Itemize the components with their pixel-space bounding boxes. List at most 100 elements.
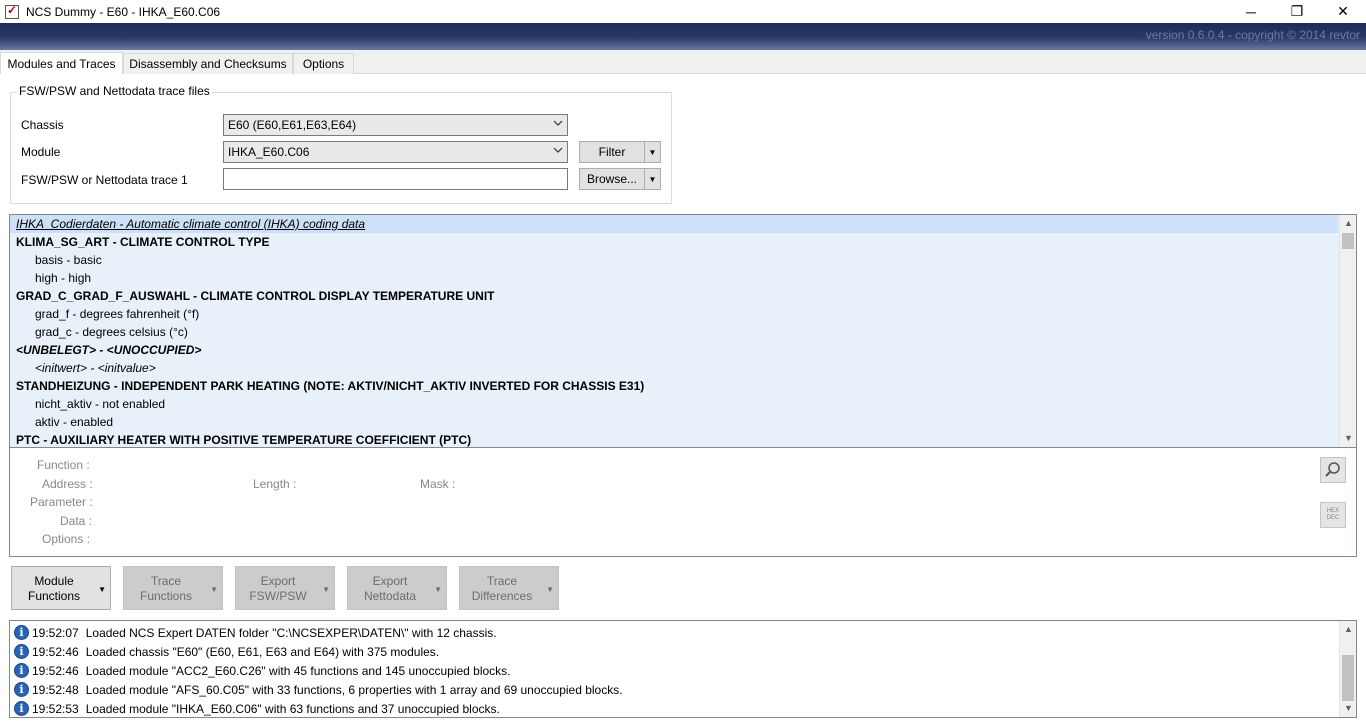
info-icon: i bbox=[14, 625, 29, 640]
module-label: Module bbox=[21, 145, 61, 159]
dropdown-arrow-icon[interactable]: ▼ bbox=[644, 169, 660, 189]
trace-differences-label: Trace Differences bbox=[471, 574, 533, 603]
tab-modules-and-traces[interactable]: Modules and Traces bbox=[0, 52, 123, 75]
window-controls: ─ ❐ ✕ bbox=[1228, 0, 1366, 23]
trace-functions-button[interactable]: Trace Functions ▼ bbox=[123, 566, 223, 610]
trace-functions-label: Trace Functions bbox=[139, 574, 193, 603]
module-functions-label: Module Functions bbox=[27, 574, 81, 603]
parameter-label: Parameter : bbox=[30, 495, 93, 509]
export-fsw-psw-label: Export FSW/PSW bbox=[249, 574, 307, 603]
export-nettodata-button[interactable]: Export Nettodata ▼ bbox=[347, 566, 447, 610]
trace-differences-button[interactable]: Trace Differences ▼ bbox=[459, 566, 559, 610]
scroll-up-icon[interactable]: ▲ bbox=[1340, 215, 1356, 232]
module-value: IHKA_E60.C06 bbox=[228, 145, 310, 159]
window-title: NCS Dummy - E60 - IHKA_E60.C06 bbox=[26, 4, 221, 19]
module-functions-button[interactable]: Module Functions ▼ bbox=[11, 566, 111, 610]
group-title: FSW/PSW and Nettodata trace files bbox=[17, 84, 212, 98]
tree-child-node[interactable]: basis - basic bbox=[10, 251, 102, 269]
log-message: Loaded module "IHKA_E60.C06" with 63 fun… bbox=[85, 701, 500, 716]
mask-label: Mask : bbox=[420, 477, 456, 491]
tree-function-node[interactable]: GRAD_C_GRAD_F_AUSWAHL - CLIMATE CONTROL … bbox=[10, 287, 494, 305]
search-icon[interactable] bbox=[1320, 457, 1346, 483]
trace-label: FSW/PSW or Nettodata trace 1 bbox=[21, 173, 188, 187]
log-time: 19:52:46 bbox=[32, 644, 79, 659]
trace-files-group: FSW/PSW and Nettodata trace files Chassi… bbox=[10, 84, 672, 204]
dropdown-arrow-icon: ▼ bbox=[210, 585, 218, 594]
log-time: 19:52:46 bbox=[32, 663, 79, 678]
tree-child-node[interactable]: <initwert> - <initvalue> bbox=[10, 359, 156, 377]
tree-child-node[interactable]: high - high bbox=[10, 269, 91, 287]
log-row[interactable]: i 19:52:07 Loaded NCS Expert DATEN folder … bbox=[14, 623, 497, 642]
export-fsw-psw-button[interactable]: Export FSW/PSW ▼ bbox=[235, 566, 335, 610]
log-message: Loaded module "ACC2_E60.C26" with 45 fun… bbox=[85, 663, 511, 678]
header-banner: version 0.6.0.4 - copyright © 2014 revto… bbox=[0, 23, 1366, 50]
browse-label: Browse... bbox=[586, 172, 637, 186]
tree-scrollbar[interactable]: ▲ ▼ bbox=[1339, 215, 1356, 447]
log-row[interactable]: i 19:52:46 Loaded chassis "E60" (E60, E61,… bbox=[14, 642, 439, 661]
log-scrollbar[interactable]: ▲ ▼ bbox=[1339, 621, 1356, 717]
title-bar: NCS Dummy - E60 - IHKA_E60.C06 ─ ❐ ✕ bbox=[0, 0, 1366, 23]
log-row[interactable]: i 19:52:48 Loaded module "AFS_60.C05" with… bbox=[14, 680, 623, 699]
version-text: version 0.6.0.4 - copyright © 2014 revto… bbox=[1145, 28, 1360, 42]
tree-function-node[interactable]: STANDHEIZUNG - INDEPENDENT PARK HEATING … bbox=[10, 377, 644, 395]
chevron-down-icon bbox=[553, 119, 563, 128]
tree-header-node[interactable]: IHKA_Codierdaten - Automatic climate con… bbox=[10, 215, 1338, 233]
maximize-button[interactable]: ❐ bbox=[1274, 0, 1320, 23]
tree-child-node[interactable]: grad_c - degrees celsius (°c) bbox=[10, 323, 188, 341]
log-row[interactable]: i 19:52:46 Loaded module "ACC2_E60.C26" wi… bbox=[14, 661, 511, 680]
browse-button[interactable]: Browse... ▼ bbox=[579, 168, 661, 190]
app-icon bbox=[5, 3, 19, 19]
tab-options[interactable]: Options bbox=[293, 53, 354, 74]
dropdown-arrow-icon: ▼ bbox=[546, 585, 554, 594]
tree-child-node[interactable]: grad_f - degrees fahrenheit (°f) bbox=[10, 305, 199, 323]
info-icon: i bbox=[14, 644, 29, 659]
close-button[interactable]: ✕ bbox=[1320, 0, 1366, 23]
tree-function-node[interactable]: KLIMA_SG_ART - CLIMATE CONTROL TYPE bbox=[10, 233, 270, 251]
tree-child-node[interactable]: aktiv - enabled bbox=[10, 413, 113, 431]
main-panel: FSW/PSW and Nettodata trace files Chassi… bbox=[0, 74, 1366, 728]
dec-text: DEC bbox=[1326, 515, 1340, 521]
export-nettodata-label: Export Nettodata bbox=[363, 574, 417, 603]
info-icon: i bbox=[14, 682, 29, 697]
tab-disassembly-and-checksums[interactable]: Disassembly and Checksums bbox=[123, 53, 293, 74]
length-label: Length : bbox=[253, 477, 297, 491]
scroll-thumb[interactable] bbox=[1342, 233, 1354, 249]
log-message: Loaded NCS Expert DATEN folder "C:\NCSEX… bbox=[85, 625, 497, 640]
module-select[interactable]: IHKA_E60.C06 bbox=[223, 141, 568, 163]
log-time: 19:52:48 bbox=[32, 682, 79, 697]
info-icon: i bbox=[14, 663, 29, 678]
filter-button[interactable]: Filter ▼ bbox=[579, 141, 661, 163]
data-label: Data : bbox=[60, 514, 93, 528]
info-icon: i bbox=[14, 701, 29, 716]
dropdown-arrow-icon[interactable]: ▼ bbox=[644, 142, 660, 162]
dropdown-arrow-icon: ▼ bbox=[322, 585, 330, 594]
log-time: 19:52:53 bbox=[32, 701, 79, 716]
scroll-down-icon[interactable]: ▼ bbox=[1340, 430, 1356, 447]
hex-dec-toggle-icon[interactable]: HEX DEC bbox=[1320, 502, 1346, 528]
chassis-value: E60 (E60,E61,E63,E64) bbox=[228, 118, 357, 132]
scroll-down-icon[interactable]: ▼ bbox=[1340, 700, 1356, 717]
chassis-select[interactable]: E60 (E60,E61,E63,E64) bbox=[223, 114, 568, 136]
tree-function-node[interactable]: PTC - AUXILIARY HEATER WITH POSITIVE TEM… bbox=[10, 431, 471, 447]
tree-function-node[interactable]: <UNBELEGT> - <UNOCCUPIED> bbox=[10, 341, 201, 359]
chevron-down-icon bbox=[553, 146, 563, 155]
log-list[interactable]: i 19:52:07 Loaded NCS Expert DATEN folder … bbox=[9, 620, 1357, 718]
log-row[interactable]: i 19:52:53 Loaded module "IHKA_E60.C06" wi… bbox=[14, 699, 500, 717]
log-message: Loaded module "AFS_60.C05" with 33 funct… bbox=[85, 682, 623, 697]
minimize-button[interactable]: ─ bbox=[1228, 0, 1274, 23]
trace-file-input[interactable] bbox=[223, 168, 568, 190]
chassis-label: Chassis bbox=[21, 118, 64, 132]
coding-tree[interactable]: IHKA_Codierdaten - Automatic climate con… bbox=[9, 214, 1357, 448]
log-message: Loaded chassis "E60" (E60, E61, E63 and … bbox=[85, 644, 440, 659]
hex-text: HEX bbox=[1326, 508, 1340, 514]
function-details-panel: Function : Address : Length : Mask : Par… bbox=[9, 448, 1357, 557]
filter-label: Filter bbox=[598, 145, 626, 159]
options-label: Options : bbox=[42, 532, 91, 546]
scroll-up-icon[interactable]: ▲ bbox=[1340, 621, 1356, 638]
address-label: Address : bbox=[42, 477, 93, 491]
dropdown-arrow-icon: ▼ bbox=[98, 585, 106, 594]
scroll-thumb[interactable] bbox=[1342, 655, 1354, 701]
tree-child-node[interactable]: nicht_aktiv - not enabled bbox=[10, 395, 165, 413]
log-time: 19:52:07 bbox=[32, 625, 79, 640]
tab-strip: Modules and Traces Disassembly and Check… bbox=[0, 52, 1366, 75]
